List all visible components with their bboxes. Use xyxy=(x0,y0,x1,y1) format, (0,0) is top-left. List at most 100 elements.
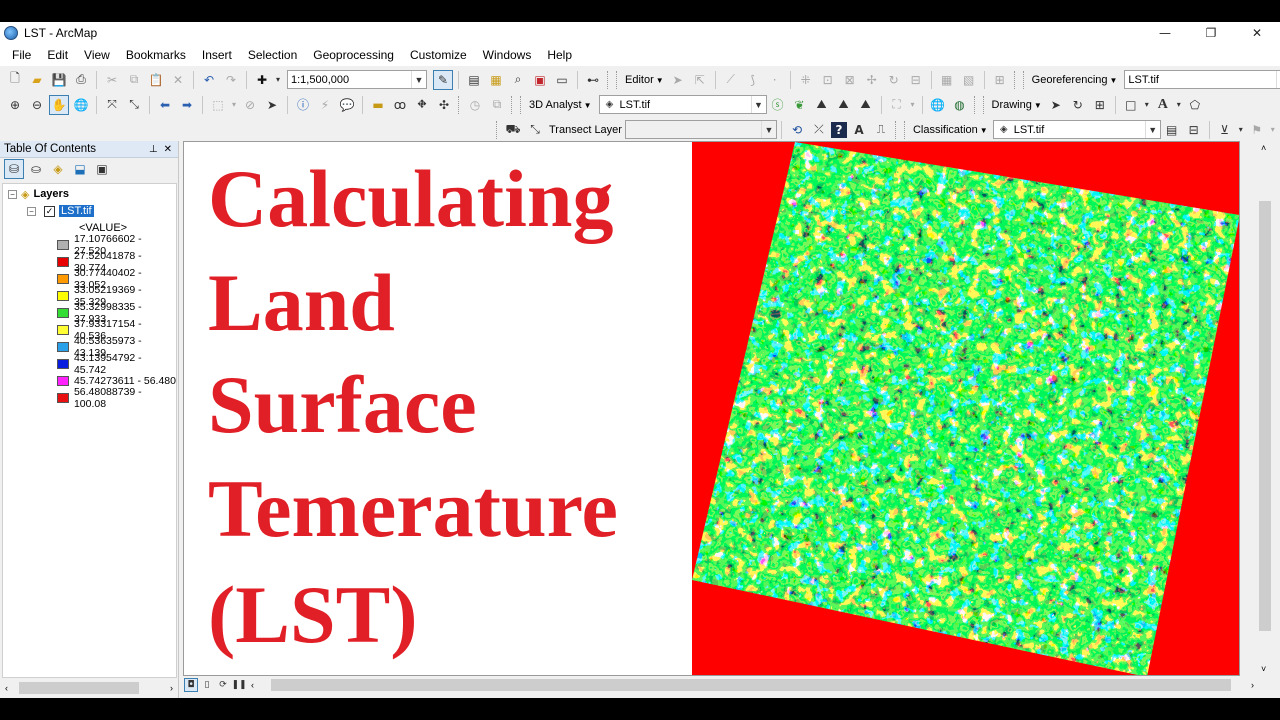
save-icon[interactable]: 💾 xyxy=(49,70,69,90)
line-of-sight-icon[interactable]: ⛰ xyxy=(812,95,832,115)
pan-hand-icon[interactable]: ✋ xyxy=(49,94,69,115)
split-icon[interactable]: ✢ xyxy=(862,70,882,90)
contour-icon[interactable]: ⓢ xyxy=(768,95,788,115)
chevron-down-icon[interactable]: ▼ xyxy=(1276,71,1280,88)
layer-row-lst[interactable]: − ✓ LST.tif xyxy=(27,203,94,219)
edit-vertices-icon[interactable]: ⬠ xyxy=(1185,95,1205,115)
create-viewer-icon[interactable]: ⧉ xyxy=(487,95,507,115)
3d-analyst-menu[interactable]: 3D Analyst ▼ xyxy=(526,99,595,111)
chart-icon[interactable]: ⎍ xyxy=(871,120,891,140)
list-by-source-icon[interactable]: ⛀ xyxy=(26,159,46,179)
paste-icon[interactable]: 📋 xyxy=(146,70,166,90)
fixed-zoom-in-icon[interactable]: ⤧ xyxy=(102,95,122,115)
undo-icon[interactable]: ↶ xyxy=(199,70,219,90)
html-popup-icon[interactable]: 💬 xyxy=(337,95,357,115)
chevron-down-icon[interactable]: ▼ xyxy=(760,121,776,138)
toolbar-grip[interactable] xyxy=(616,70,619,89)
legend-swatch[interactable] xyxy=(57,290,69,301)
toolbar-grip[interactable] xyxy=(520,95,523,114)
legend-swatch[interactable] xyxy=(57,341,69,352)
scroll-thumb[interactable] xyxy=(19,682,139,694)
editor-menu[interactable]: Editor ▼ xyxy=(622,74,667,86)
collapse-icon[interactable]: − xyxy=(8,189,17,199)
training-sample-manager-icon[interactable]: ▤ xyxy=(1162,120,1182,140)
rectangle-icon[interactable]: □ xyxy=(1121,95,1141,115)
pause-drawing-icon[interactable]: ❚❚ xyxy=(231,678,246,692)
layer-name[interactable]: LST.tif xyxy=(59,205,94,217)
map-display[interactable]: Calculating Land Surface Temerature (LST… xyxy=(183,141,1240,676)
toolbar-grip[interactable] xyxy=(496,120,499,139)
map-horizontal-scroll-thumb[interactable] xyxy=(271,679,1231,691)
zoom-out-icon[interactable]: ⊖ xyxy=(27,95,47,115)
forward-extent-icon[interactable]: ➡ xyxy=(177,95,197,115)
straight-segment-icon[interactable]: ⟋ xyxy=(721,70,741,90)
measure-icon[interactable]: ▬ xyxy=(368,95,388,115)
edit-tool-icon[interactable]: ➤ xyxy=(668,70,688,90)
arcscene-icon[interactable]: 🌐 xyxy=(928,95,948,115)
rotate-icon[interactable]: ↻ xyxy=(884,70,904,90)
chevron-left-icon[interactable]: ‹ xyxy=(5,683,8,693)
toolbar-grip[interactable] xyxy=(1013,70,1017,89)
drawing-menu[interactable]: Drawing ▼ xyxy=(989,99,1045,111)
add-data-icon[interactable]: ✚ xyxy=(252,70,272,90)
pin-icon[interactable]: ⊥ xyxy=(149,144,158,155)
hyperlink-icon[interactable]: ⚡ xyxy=(315,95,335,115)
point-icon[interactable]: · xyxy=(765,70,785,90)
legend-swatch[interactable] xyxy=(57,392,69,403)
toc-window-icon[interactable]: ▤ xyxy=(464,70,484,90)
menu-customize[interactable]: Customize xyxy=(402,44,475,66)
interpolate-line-icon[interactable]: ⛰ xyxy=(834,95,854,115)
delete-icon[interactable]: ✕ xyxy=(168,70,188,90)
help-icon[interactable]: ? xyxy=(830,121,847,138)
chevron-down-icon[interactable]: ▾ xyxy=(1269,120,1277,140)
chevron-down-icon[interactable]: ▾ xyxy=(1175,95,1183,115)
toolbar-grip[interactable] xyxy=(458,95,461,114)
close-button[interactable]: ✕ xyxy=(1234,22,1280,44)
arctoolbox-icon[interactable]: ▣ xyxy=(530,70,550,90)
scroll-thumb[interactable] xyxy=(1259,201,1271,631)
toolbar-grip[interactable] xyxy=(607,70,610,89)
chevron-down-icon[interactable]: ▼ xyxy=(750,96,766,113)
legend-swatch[interactable] xyxy=(57,358,69,369)
add-data-dropdown-icon[interactable]: ▾ xyxy=(274,70,282,90)
toolbar-grip[interactable] xyxy=(903,120,907,139)
print-icon[interactable]: ⎙ xyxy=(71,70,91,90)
classification-menu[interactable]: Classification ▼ xyxy=(910,124,991,136)
toolbar-grip[interactable] xyxy=(894,120,898,139)
menu-geoprocessing[interactable]: Geoprocessing xyxy=(305,44,402,66)
chevron-down-icon[interactable]: ▾ xyxy=(230,95,238,115)
reset-classification-icon[interactable]: ⚑ xyxy=(1247,120,1267,140)
legend-row[interactable]: 56.48088739 - 100.08 xyxy=(57,386,176,410)
edit-annotation-icon[interactable]: ⇱ xyxy=(690,70,710,90)
zoom-to-elements-icon[interactable]: ⊞ xyxy=(1090,95,1110,115)
data-view-icon[interactable]: ◘ xyxy=(184,678,198,692)
classification-wizard-icon[interactable]: ⊟ xyxy=(1184,120,1204,140)
transect-layer-combo[interactable]: ▼ xyxy=(624,120,777,139)
editor-more-icon[interactable]: ⊞ xyxy=(990,70,1010,90)
menu-file[interactable]: File xyxy=(4,44,39,66)
menu-selection[interactable]: Selection xyxy=(240,44,305,66)
draw-polygon-icon[interactable]: ⊻ xyxy=(1215,120,1235,140)
fixed-zoom-out-icon[interactable]: ⤡ xyxy=(124,95,144,115)
list-by-drawing-order-icon[interactable]: ⛁ xyxy=(4,159,24,179)
arcglobe-icon[interactable]: ◍ xyxy=(950,95,970,115)
attributes-icon[interactable]: ⊟ xyxy=(906,70,926,90)
refresh-icon[interactable]: ⟲ xyxy=(787,120,807,140)
select-features-icon[interactable]: ⬚ xyxy=(208,95,228,115)
redo-icon[interactable]: ↷ xyxy=(221,70,241,90)
interpolate-point-icon[interactable]: ⛰ xyxy=(856,95,876,115)
catalog-window-icon[interactable]: ▦ xyxy=(486,70,506,90)
profile-graph-icon[interactable]: ⛶ xyxy=(887,95,907,115)
collapse-icon[interactable]: − xyxy=(27,206,36,216)
transect-tool-icon[interactable]: ⤡ xyxy=(525,120,545,140)
refresh-view-icon[interactable]: ⟳ xyxy=(216,678,230,692)
toolbar-grip[interactable] xyxy=(982,95,986,114)
menu-edit[interactable]: Edit xyxy=(39,44,76,66)
go-to-xy-icon[interactable]: ✣ xyxy=(434,95,454,115)
label-icon[interactable]: A xyxy=(849,120,869,140)
list-by-selection-icon[interactable]: ⬓ xyxy=(70,159,90,179)
create-features-icon[interactable]: ▧ xyxy=(959,70,979,90)
find-route-icon[interactable]: ⛖ xyxy=(412,95,432,115)
layout-view-icon[interactable]: ▯ xyxy=(200,678,214,692)
toc-horizontal-scrollbar[interactable]: ‹ › xyxy=(2,680,177,696)
